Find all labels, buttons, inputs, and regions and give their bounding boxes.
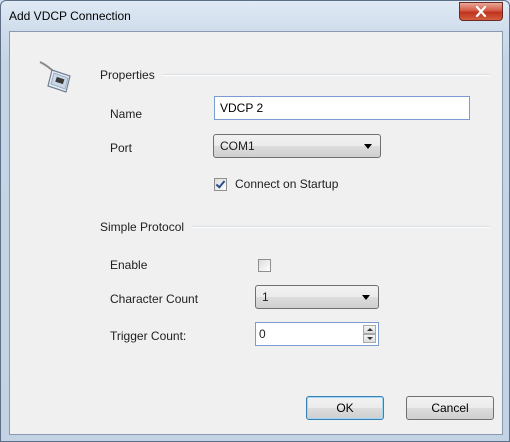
window-title: Add VDCP Connection [9,9,131,23]
close-button[interactable] [459,2,503,21]
dialog-client-area: Properties Name Port COM1 Connect on Sta… [9,31,503,435]
trigger-count-stepper[interactable]: 0 [255,322,379,346]
stepper-down-button[interactable] [363,334,376,343]
properties-divider [162,74,490,76]
port-label: Port [110,141,133,155]
simple-protocol-header-label: Simple Protocol [100,220,185,234]
cancel-button[interactable]: Cancel [406,396,494,420]
simple-protocol-divider [192,226,490,228]
enable-label: Enable [110,258,148,272]
close-icon [475,6,487,17]
title-bar[interactable]: Add VDCP Connection [1,1,509,31]
character-count-selected-value: 1 [262,290,269,304]
stepper-up-button[interactable] [363,325,376,334]
connect-on-startup-checkbox[interactable] [214,178,227,191]
port-dropdown[interactable]: COM1 [213,134,381,158]
ok-button-label: OK [336,401,354,415]
connect-on-startup-label[interactable]: Connect on Startup [235,177,338,191]
trigger-count-label: Trigger Count: [110,329,187,343]
dialog-window: Add VDCP Connection Properties Name Port… [0,0,510,442]
arrow-down-icon [367,337,373,340]
enable-checkbox[interactable] [258,259,271,272]
character-count-label: Character Count [110,292,199,306]
name-label: Name [110,107,143,121]
simple-protocol-group-header: Simple Protocol [100,220,490,234]
port-selected-value: COM1 [220,139,255,153]
cancel-button-label: Cancel [431,401,469,415]
character-count-dropdown[interactable]: 1 [255,285,379,309]
name-field[interactable] [214,96,470,120]
properties-group-header: Properties [100,68,490,82]
properties-header-label: Properties [100,68,155,82]
chevron-down-icon [364,144,372,149]
serial-connector-icon [39,61,71,93]
stepper-buttons [363,325,376,343]
chevron-down-icon [362,295,370,300]
ok-button[interactable]: OK [306,396,384,420]
trigger-count-value[interactable]: 0 [259,327,266,341]
arrow-up-icon [367,328,373,331]
